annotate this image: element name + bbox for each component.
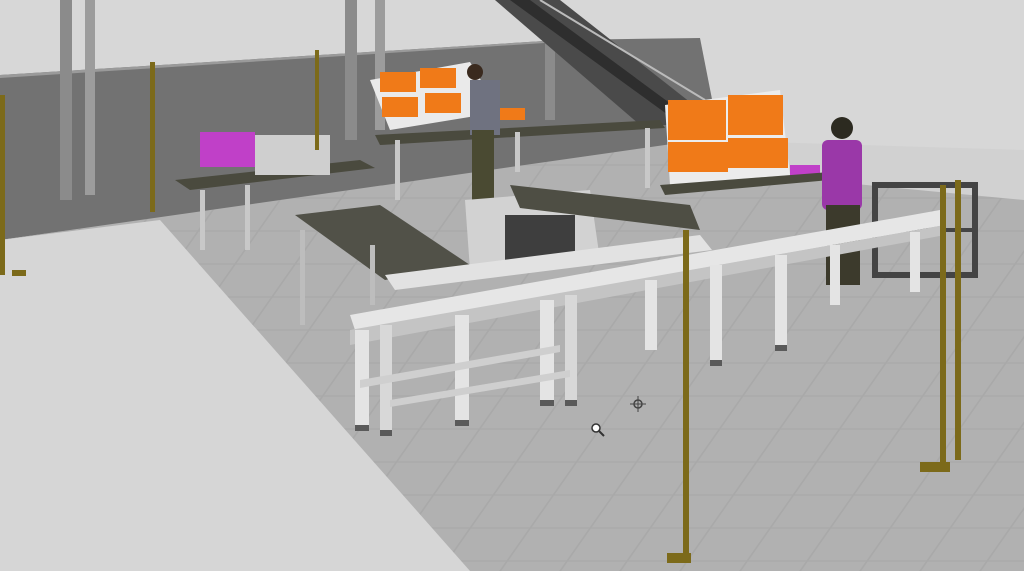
magnifier-cursor-icon bbox=[590, 422, 606, 438]
operator-figure-right bbox=[822, 117, 862, 285]
crosshair-pivot-icon[interactable] bbox=[630, 396, 646, 412]
3d-viewport[interactable] bbox=[0, 0, 1024, 571]
